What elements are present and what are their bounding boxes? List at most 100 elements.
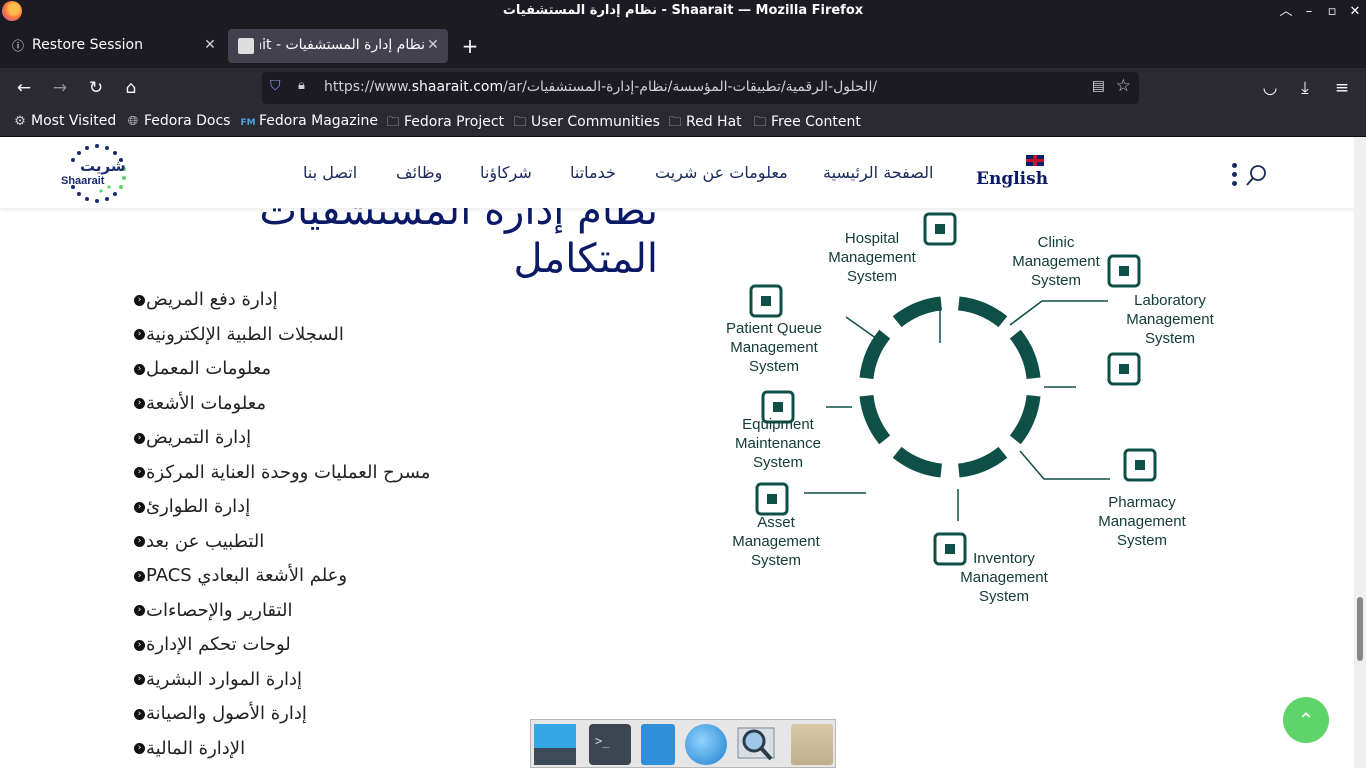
feature-text: إدارة دفع المريض: [146, 289, 278, 310]
close-tab-icon[interactable]: ✕: [424, 36, 442, 54]
bookmark-fedora-magazine[interactable]: FM Fedora Magazine: [240, 113, 378, 129]
scroll-to-top-button[interactable]: ⌃: [1283, 697, 1329, 743]
tab-restore-session[interactable]: ⓘ Restore Session ✕: [0, 29, 225, 63]
more-menu-icon[interactable]: [1232, 163, 1240, 187]
module-label-line: Management: [960, 569, 1048, 586]
bookmark-user-communities[interactable]: 🗀 User Communities: [512, 113, 659, 135]
terminal-icon[interactable]: >_: [589, 724, 631, 765]
menu-home[interactable]: الصفحة الرئيسية: [823, 163, 933, 182]
folder-icon: 🗀: [386, 115, 400, 130]
home-button[interactable]: ⌂: [119, 76, 143, 100]
menu-services[interactable]: خدماتنا: [570, 163, 616, 182]
tab-strip: ⓘ Restore Session ✕ نظام إدارة المستشفيا…: [0, 24, 1366, 68]
bookmark-red-hat[interactable]: 🗀 Red Hat: [667, 113, 741, 135]
bullet-arrow-icon: ›: [134, 639, 145, 651]
scrollbar-thumb[interactable]: [1357, 597, 1363, 661]
module-flask: Laboratory Management System: [1044, 292, 1215, 388]
module-label-line: System: [749, 358, 799, 375]
bookmark-fedora-project[interactable]: 🗀 Fedora Project: [385, 113, 504, 135]
window-titlebar: نظام إدارة المستشفيات - Shaarait — Mozil…: [0, 0, 1366, 24]
menu-about[interactable]: معلومات عن شريت: [655, 163, 788, 182]
module-queue-people: Patient Queue Management System: [726, 284, 881, 375]
bookmark-fedora-docs[interactable]: 🌐︎ Fedora Docs: [125, 113, 231, 129]
new-tab-button[interactable]: +: [458, 34, 482, 58]
url-bar[interactable]: ⛉ 🔒︎ https://www.shaarait.com/ar/الحلول-…: [262, 72, 1139, 104]
feature-text: مسرح العمليات ووحدة العناية المركزة: [146, 461, 431, 483]
feature-item: › مسرح العمليات ووحدة العناية المركزة: [134, 462, 694, 497]
image-viewer-magnifier-icon[interactable]: [736, 724, 778, 765]
ring-segment: [957, 296, 1008, 328]
browser-globe-icon[interactable]: [685, 724, 727, 765]
feature-text: الإدارة المالية: [146, 737, 246, 759]
pocket-icon[interactable]: ◡: [1258, 76, 1282, 100]
lock-icon[interactable]: 🔒︎: [298, 78, 305, 93]
feature-text: التقارير والإحصاءات: [146, 599, 293, 621]
minimize-up-icon[interactable]: ︿: [1276, 2, 1296, 22]
module-label-line: Hospital: [845, 230, 899, 247]
search-icon[interactable]: [1244, 163, 1268, 187]
feature-item: › إدارة التمريض: [134, 427, 694, 462]
feature-item: › لوحات تحكم الإدارة: [134, 634, 694, 669]
module-house-gear: Asset Management System: [732, 482, 866, 569]
house-gear-icon: [755, 482, 789, 516]
app-menu-icon[interactable]: ≡: [1330, 76, 1354, 100]
language-label: English: [976, 169, 1049, 189]
bullet-arrow-icon: ›: [134, 743, 145, 754]
module-label-line: Clinic: [1038, 234, 1075, 251]
ring-segment: [1009, 329, 1041, 380]
shaarait-logo[interactable]: شريت Shaarait: [58, 141, 136, 207]
module-toolbox: Equipment Maintenance System: [735, 390, 852, 471]
close-window-button[interactable]: ✕: [1345, 2, 1365, 22]
tracking-shield-icon[interactable]: ⛉: [270, 78, 281, 94]
feature-item: › معلومات المعمل: [134, 358, 694, 393]
page-scrollbar[interactable]: [1354, 137, 1366, 768]
maximize-button[interactable]: ▫: [1322, 2, 1342, 22]
file-cabinet-icon[interactable]: [641, 724, 675, 765]
hms-modules-diagram: Hospital Management System Clinic Management…: [726, 212, 1215, 605]
bullet-arrow-icon: ›: [134, 329, 145, 340]
module-label-line: System: [753, 454, 803, 471]
menu-jobs[interactable]: وظائف: [396, 163, 442, 182]
feature-item: › التقارير والإحصاءات: [134, 600, 694, 635]
close-tab-icon[interactable]: ✕: [201, 36, 219, 54]
uk-flag-icon: [1026, 155, 1044, 166]
bookmark-free-content[interactable]: 🗀 Free Content: [752, 113, 860, 135]
feature-text: إدارة الأصول والصيانة: [146, 703, 307, 724]
folder-icon: 🗀: [668, 115, 682, 130]
hospital-icon: [923, 212, 957, 246]
downloads-icon[interactable]: ⤓: [1293, 76, 1317, 100]
bullet-arrow-icon: ›: [134, 363, 145, 375]
info-icon: ⓘ: [11, 39, 24, 53]
page-viewport: شريت Shaarait اتصل بنا وظائف شركاؤنا خدم…: [0, 137, 1354, 768]
bookmarks-toolbar: ⚙ Most Visited 🌐︎ Fedora Docs FM Fedora Mag…: [0, 108, 1366, 137]
queue-people-icon: [749, 284, 783, 318]
module-label-line: System: [1031, 272, 1081, 289]
ring-segment: [957, 446, 1008, 478]
ring-segment: [892, 446, 943, 478]
workspace-switcher-icon[interactable]: [534, 724, 576, 765]
forward-button[interactable]: →: [48, 76, 72, 100]
bookmark-most-visited[interactable]: ⚙ Most Visited: [12, 113, 116, 129]
module-label-line: Management: [732, 533, 820, 550]
files-folder-icon[interactable]: [791, 724, 833, 765]
feature-text: لوحات تحكم الإدارة: [146, 634, 291, 655]
menu-partners[interactable]: شركاؤنا: [480, 163, 532, 182]
menu-contact[interactable]: اتصل بنا: [303, 163, 357, 182]
feature-text: إدارة الموارد البشرية: [146, 668, 303, 690]
reader-view-icon[interactable]: ▤: [1092, 78, 1105, 94]
tab-hospital-system[interactable]: نظام إدارة المستشفيات - Shaarait ✕: [228, 29, 448, 63]
url-text[interactable]: https://www.shaarait.com/ar/الحلول-الرقم…: [324, 79, 877, 95]
module-label-line: Inventory: [973, 550, 1035, 567]
module-label-line: Management: [1012, 253, 1100, 270]
minimize-button[interactable]: –: [1299, 2, 1319, 22]
module-label-line: Management: [1098, 513, 1186, 530]
bullet-arrow-icon: ›: [134, 467, 145, 478]
reload-button[interactable]: ↻: [84, 76, 108, 100]
ring-segment: [859, 394, 891, 445]
navigation-toolbar: ← → ↻ ⌂ ⛉ 🔒︎ https://www.shaarait.com/ar…: [0, 68, 1366, 108]
back-button[interactable]: ←: [12, 76, 36, 100]
feature-text: PACS وعلم الأشعة البعادي: [146, 565, 348, 586]
ring-segment: [859, 329, 891, 380]
flask-icon: [1107, 352, 1141, 386]
bookmark-star-icon[interactable]: ☆: [1116, 76, 1131, 96]
